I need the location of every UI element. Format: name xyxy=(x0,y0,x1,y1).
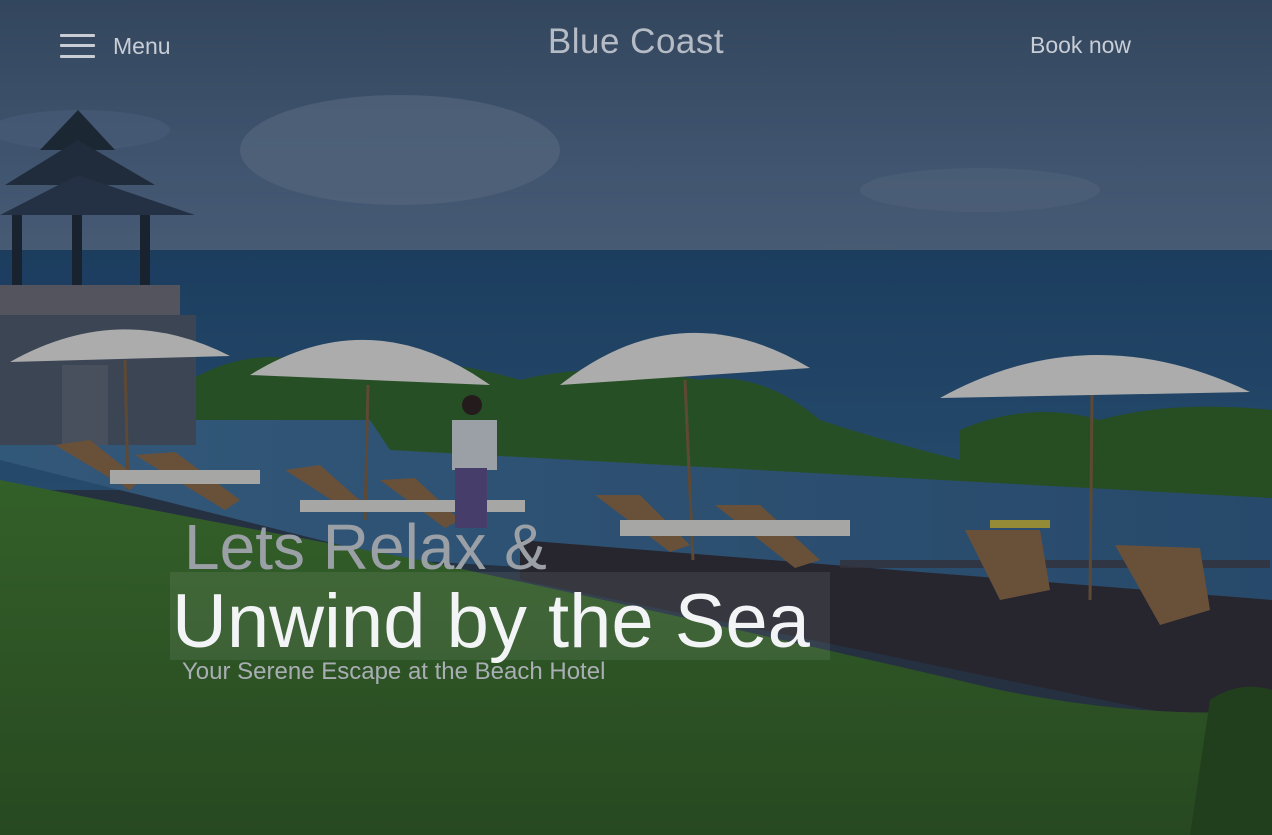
hero-heading-line-2: Unwind by the Sea xyxy=(172,579,810,664)
hero-heading-highlight: Unwind by the Sea xyxy=(170,572,830,664)
book-now-link[interactable]: Book now xyxy=(1030,32,1131,59)
top-navigation: Menu Blue Coast Book now xyxy=(0,0,1272,95)
hero-subtitle: Your Serene Escape at the Beach Hotel xyxy=(182,658,606,685)
hero-background-image xyxy=(0,0,1272,835)
